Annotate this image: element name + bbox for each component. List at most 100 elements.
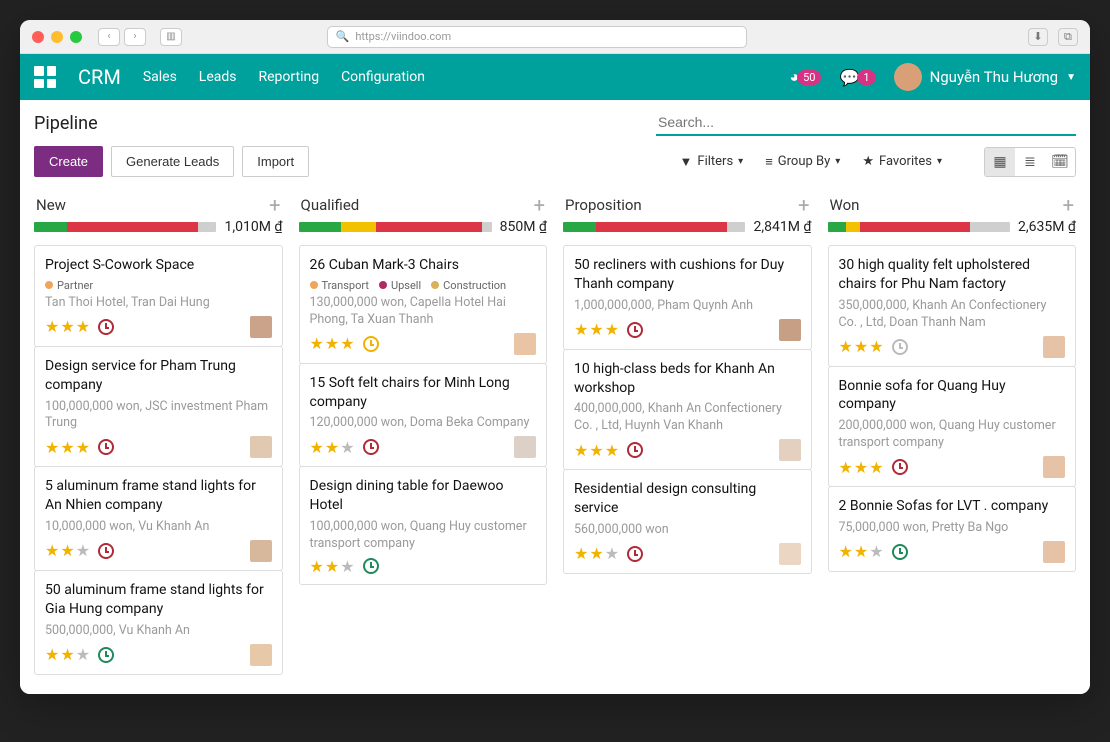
activity-clock-icon[interactable] [98,543,114,559]
activity-clock-icon[interactable] [892,339,908,355]
back-button[interactable]: ‹ [98,28,120,46]
priority-stars[interactable]: ★★★ [574,320,619,339]
priority-stars[interactable]: ★★★ [839,542,884,561]
activity-clock-icon[interactable] [98,647,114,663]
kanban-card[interactable]: Design dining table for Daewoo Hotel100,… [299,466,548,585]
nav-configuration[interactable]: Configuration [341,69,425,85]
add-card-button[interactable]: + [1063,195,1074,215]
create-button[interactable]: Create [34,146,103,177]
star-icon: ★ [45,645,59,664]
star-icon: ★ [60,541,74,560]
list-view-button[interactable]: ≣ [1015,148,1045,176]
assignee-avatar[interactable] [1043,541,1065,563]
activity-indicator[interactable]: ◕ 50 [789,67,821,87]
assignee-avatar[interactable] [1043,456,1065,478]
groupby-dropdown[interactable]: ≡ Group By ▾ [765,154,840,170]
assignee-avatar[interactable] [779,543,801,565]
star-icon: ★ [45,438,59,457]
close-window-icon[interactable] [32,31,44,43]
star-icon: ★ [839,542,853,561]
activity-clock-icon[interactable] [363,558,379,574]
kanban-card[interactable]: 50 recliners with cushions for Duy Thanh… [563,245,812,350]
sidebar-toggle-icon[interactable]: ▥ [160,28,182,46]
priority-stars[interactable]: ★★★ [45,438,90,457]
favorites-label: Favorites [879,154,932,169]
kanban-card[interactable]: 26 Cuban Mark-3 ChairsTransportUpsellCon… [299,245,548,364]
url-bar[interactable]: 🔍 https://viindoo.com [327,26,747,48]
card-meta: 560,000,000 won [574,522,801,539]
messages-indicator[interactable]: 💬 1 [839,68,875,87]
kanban-card[interactable]: Project S-Cowork SpacePartnerTan Thoi Ho… [34,245,283,347]
assignee-avatar[interactable] [779,319,801,341]
star-icon: ★ [325,557,339,576]
activity-clock-icon[interactable] [627,322,643,338]
activity-clock-icon[interactable] [98,439,114,455]
minimize-window-icon[interactable] [51,31,63,43]
assignee-avatar[interactable] [1043,336,1065,358]
progress-bar [828,222,1010,232]
add-card-button[interactable]: + [798,195,809,215]
forward-button[interactable]: › [124,28,146,46]
priority-stars[interactable]: ★★★ [574,441,619,460]
assignee-avatar[interactable] [250,436,272,458]
kanban-card[interactable]: 5 aluminum frame stand lights for An Nhi… [34,466,283,571]
activity-clock-icon[interactable] [363,439,379,455]
activity-clock-icon[interactable] [892,459,908,475]
activity-clock-icon[interactable] [627,546,643,562]
priority-stars[interactable]: ★★★ [45,317,90,336]
assignee-avatar[interactable] [250,316,272,338]
view-switcher: ▦ ≣ 🗓 [984,147,1076,177]
star-icon: ★ [310,334,324,353]
app-brand[interactable]: CRM [78,65,121,89]
kanban-card[interactable]: 2 Bonnie Sofas for LVT . company75,000,0… [828,486,1077,572]
column-amount: 2,841M ₫ [753,219,811,235]
card-tags: Partner [45,279,272,292]
tag: Construction [431,279,506,292]
nav-reporting[interactable]: Reporting [259,69,320,85]
kanban-card[interactable]: Residential design consulting service560… [563,469,812,574]
nav-leads[interactable]: Leads [199,69,237,85]
assignee-avatar[interactable] [514,333,536,355]
kanban-card[interactable]: Bonnie sofa for Quang Huy company200,000… [828,366,1077,488]
priority-stars[interactable]: ★★★ [45,541,90,560]
priority-stars[interactable]: ★★★ [310,334,355,353]
nav-sales[interactable]: Sales [143,69,177,85]
priority-stars[interactable]: ★★★ [310,438,355,457]
add-card-button[interactable]: + [534,195,545,215]
kanban-card[interactable]: 50 aluminum frame stand lights for Gia H… [34,570,283,675]
apps-menu-icon[interactable] [34,66,56,88]
activity-clock-icon[interactable] [892,544,908,560]
star-icon: ★ [45,317,59,336]
priority-stars[interactable]: ★★★ [839,458,884,477]
kanban-card[interactable]: 15 Soft felt chairs for Minh Long compan… [299,363,548,468]
kanban-card[interactable]: 10 high-class beds for Khanh An workshop… [563,349,812,471]
priority-stars[interactable]: ★★★ [45,645,90,664]
kanban-card[interactable]: Design service for Pham Trung company100… [34,346,283,468]
priority-stars[interactable]: ★★★ [310,557,355,576]
assignee-avatar[interactable] [250,540,272,562]
user-menu[interactable]: Nguyễn Thu Hương ▼ [894,63,1076,91]
tag-dot-icon [310,281,318,289]
assignee-avatar[interactable] [779,439,801,461]
activity-clock-icon[interactable] [363,336,379,352]
search-input[interactable] [656,110,1076,134]
activity-clock-icon[interactable] [98,319,114,335]
priority-stars[interactable]: ★★★ [574,544,619,563]
add-card-button[interactable]: + [269,195,280,215]
assignee-avatar[interactable] [250,644,272,666]
download-icon[interactable]: ⬇ [1028,28,1048,46]
generate-leads-button[interactable]: Generate Leads [111,146,234,177]
calendar-view-button[interactable]: 🗓 [1045,148,1075,176]
share-icon[interactable]: ⧉ [1058,28,1078,46]
priority-stars[interactable]: ★★★ [839,337,884,356]
card-footer: ★★★ [574,439,801,461]
star-icon: ★ [45,541,59,560]
assignee-avatar[interactable] [514,436,536,458]
maximize-window-icon[interactable] [70,31,82,43]
filters-dropdown[interactable]: ▼ Filters ▾ [680,154,744,170]
favorites-dropdown[interactable]: ★ Favorites ▾ [862,154,942,169]
activity-clock-icon[interactable] [627,442,643,458]
kanban-card[interactable]: 30 high quality felt upholstered chairs … [828,245,1077,367]
kanban-view-button[interactable]: ▦ [985,148,1015,176]
import-button[interactable]: Import [242,146,309,177]
